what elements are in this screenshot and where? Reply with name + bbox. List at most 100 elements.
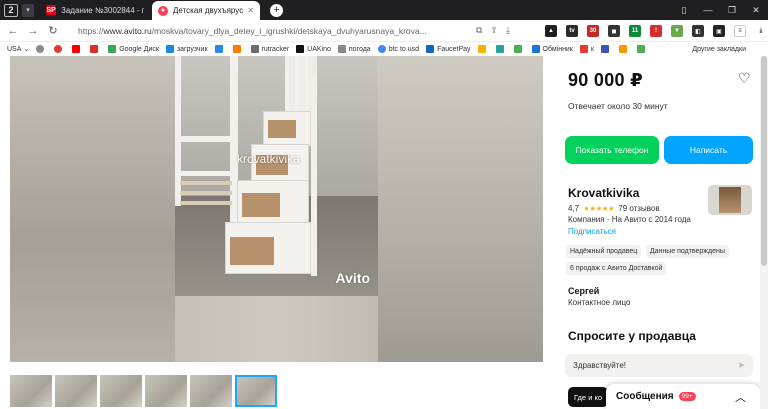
message-input[interactable]: Здравствуйте! ➤	[565, 354, 753, 377]
stair-drawer	[263, 111, 311, 146]
contact-name: Сергей	[568, 286, 600, 296]
badge-verified: Данные подтверждены	[645, 245, 729, 258]
bookmark-item[interactable]	[477, 45, 489, 53]
ask-seller-heading: Спросите у продавца	[568, 329, 696, 343]
scrollbar-thumb[interactable]	[761, 56, 767, 266]
bookmark-item[interactable]	[600, 45, 612, 53]
bookmark-label: загрузчик	[176, 45, 208, 53]
gallery-thumbnail-selected[interactable]	[235, 375, 277, 407]
gallery-thumbnail[interactable]	[10, 375, 52, 407]
tab-avito[interactable]: ● Детская двухъярусная к ✕	[152, 1, 260, 20]
bookmark-item[interactable]	[54, 45, 65, 53]
extension-icon[interactable]: !	[650, 25, 662, 37]
url-host: www.avito.ru	[103, 25, 152, 36]
write-message-button[interactable]: Написать	[664, 136, 753, 164]
bookmark-item[interactable]	[513, 45, 525, 53]
quick-question-chip[interactable]: Где и ко	[568, 387, 609, 407]
bookmark-label: Обмінник	[542, 45, 573, 53]
bookmark-rutracker[interactable]: rutracker	[250, 45, 289, 53]
tab-counter[interactable]: 2	[4, 3, 18, 17]
url-field[interactable]: https://www.avito.ru/moskva/tovary_dlya_…	[78, 26, 468, 36]
extension-icon[interactable]: ▼	[671, 25, 683, 37]
messages-widget[interactable]: Сообщения 99+ ︿	[606, 384, 760, 409]
seller-rating[interactable]: 4,7 ★★★★★ 79 отзывов	[568, 204, 660, 213]
gallery-thumbnail[interactable]	[190, 375, 232, 407]
photo-gallery[interactable]: krovatkivika Avito	[10, 56, 543, 362]
page-scrollbar[interactable]	[760, 56, 768, 409]
gallery-thumbnail[interactable]	[100, 375, 142, 407]
seller-name[interactable]: Krovatkivika	[568, 186, 639, 200]
close-window-icon[interactable]: ✕	[744, 5, 768, 16]
thumbnail-strip	[10, 375, 280, 407]
extension-icon[interactable]: tv	[566, 25, 578, 37]
ladder-slat	[305, 56, 309, 116]
message-text: Здравствуйте!	[573, 361, 627, 370]
bookmark-item[interactable]	[214, 45, 226, 53]
extensions-bar: ▲ tv 30 ◼ 11 ! ▼ ◧ ▣ ≡ ⤓	[545, 20, 768, 42]
browser-tab-bar: 2 ▾ SP Задание №3002844 - про ● Детская …	[0, 0, 768, 20]
tab-favicon-icon: SP	[46, 5, 56, 15]
maximize-icon[interactable]: ❐	[720, 5, 744, 16]
reload-icon[interactable]: ↻	[46, 24, 60, 37]
favorite-heart-icon[interactable]: ♡	[738, 70, 751, 87]
messages-label: Сообщения	[616, 391, 674, 402]
extension-icon[interactable]: 11	[629, 25, 641, 37]
bookmark-item[interactable]	[495, 45, 507, 53]
copy-icon[interactable]: ⧉	[476, 25, 482, 36]
forward-arrow-icon[interactable]: →	[26, 25, 40, 37]
bookmark-google-drive[interactable]: Google Диск	[108, 45, 159, 53]
extension-icon[interactable]: ▣	[713, 25, 725, 37]
bookmark-item[interactable]	[636, 45, 648, 53]
bookmark-icon	[296, 45, 305, 53]
extension-icon[interactable]: 30	[587, 25, 599, 37]
bookmark-icon	[337, 45, 346, 53]
badge-reliable: Надёжный продавец	[566, 245, 642, 258]
bookmark-uakino[interactable]: UAKino	[296, 45, 331, 53]
seller-avatar[interactable]	[708, 185, 752, 215]
subscribe-link[interactable]: Подписаться	[568, 227, 616, 236]
bookmark-btc[interactable]: btc to usd	[377, 45, 419, 53]
downloads-icon[interactable]: ⤓	[755, 25, 767, 37]
bookmark-item[interactable]	[618, 45, 630, 53]
extension-icon[interactable]: ▲	[545, 25, 557, 37]
contact-role: Контактное лицо	[568, 298, 631, 307]
bookmark-icon	[232, 45, 241, 53]
bookmark-item[interactable]	[90, 45, 101, 53]
bookmark-loader[interactable]: загрузчик	[165, 45, 208, 53]
bookmark-item[interactable]	[36, 45, 47, 53]
extension-icon[interactable]: ◧	[692, 25, 704, 37]
back-arrow-icon[interactable]: ←	[6, 25, 20, 37]
tab-task[interactable]: SP Задание №3002844 - про	[40, 0, 150, 20]
bookmark-weather[interactable]: погода	[337, 45, 371, 53]
share-icon[interactable]: ⇪	[490, 25, 498, 36]
bookmark-item[interactable]	[72, 45, 83, 53]
blogger-icon	[618, 45, 627, 53]
tab-menu-chevron-icon[interactable]: ▾	[22, 3, 34, 17]
bookmark-faucetpay[interactable]: FaucetPay	[426, 45, 471, 53]
bookmark-icon	[495, 45, 504, 53]
gmail-icon	[90, 45, 99, 53]
bookmark-item[interactable]	[232, 45, 244, 53]
show-phone-button[interactable]: Показать телефон	[565, 136, 659, 164]
bookmark-item[interactable]: к	[579, 45, 594, 53]
download-icon[interactable]: ⤓	[506, 25, 510, 36]
minimize-icon[interactable]: —	[696, 5, 720, 15]
rating-value: 4,7	[568, 204, 580, 213]
gallery-thumbnail[interactable]	[55, 375, 97, 407]
bookmark-icon	[579, 45, 588, 53]
new-tab-button[interactable]: +	[270, 3, 283, 17]
gallery-blur-right	[378, 56, 543, 362]
send-icon[interactable]: ➤	[737, 360, 745, 371]
gallery-thumbnail[interactable]	[145, 375, 187, 407]
bookmark-usa[interactable]: USA ⌄	[7, 45, 29, 54]
bookmark-window-icon[interactable]: ▯	[672, 5, 696, 16]
main-photo[interactable]: krovatkivika Avito	[175, 56, 378, 296]
extension-icon[interactable]: ◼	[608, 25, 620, 37]
bookmark-label: FaucetPay	[437, 45, 471, 53]
other-bookmarks[interactable]: Другие закладки	[692, 42, 746, 56]
bookmark-exchanger[interactable]: Обмінник	[531, 45, 573, 53]
close-tab-icon[interactable]: ✕	[247, 6, 254, 15]
chevron-up-icon[interactable]: ︿	[735, 389, 746, 405]
menu-icon[interactable]: ≡	[734, 25, 746, 37]
messages-count-badge: 99+	[678, 392, 696, 401]
